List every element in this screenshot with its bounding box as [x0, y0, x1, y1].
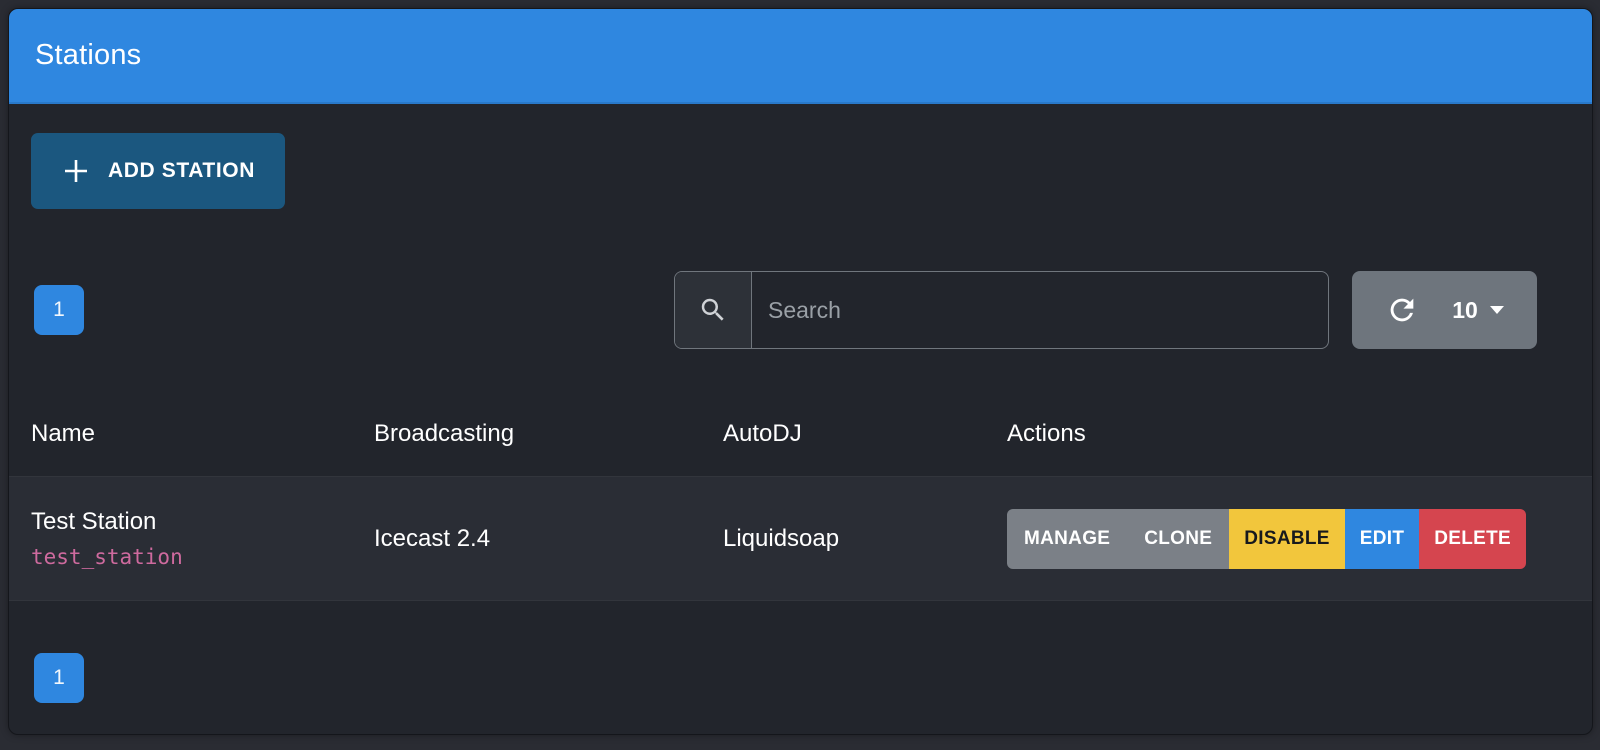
card-header: Stations: [9, 9, 1592, 104]
toolbar-right: 10: [674, 271, 1537, 349]
caret-down-icon: [1490, 306, 1504, 314]
refresh-icon: [1385, 293, 1419, 327]
search-prepend: [675, 272, 752, 348]
disable-button[interactable]: DISABLE: [1229, 509, 1345, 569]
table-header: Name Broadcasting AutoDJ Actions: [9, 391, 1592, 476]
add-station-label: ADD STATION: [108, 159, 255, 183]
delete-button[interactable]: DELETE: [1419, 509, 1526, 569]
station-name: Test Station: [31, 508, 374, 537]
plus-icon: [61, 156, 91, 186]
row-actions: MANAGE CLONE DISABLE EDIT DELETE: [1007, 509, 1526, 569]
search-group: [674, 271, 1329, 349]
per-page-dropdown[interactable]: 10: [1452, 297, 1504, 324]
page-title: Stations: [35, 39, 141, 72]
refresh-button[interactable]: [1385, 293, 1419, 327]
autodj-cell: Liquidsoap: [723, 525, 1007, 553]
pagination-page-1-bottom[interactable]: 1: [34, 653, 84, 703]
station-name-cell: Test Station test_station: [31, 508, 374, 570]
per-page-value: 10: [1452, 297, 1478, 324]
column-header-name: Name: [31, 420, 374, 448]
pagination-page-1-top[interactable]: 1: [34, 285, 84, 335]
edit-button[interactable]: EDIT: [1345, 509, 1419, 569]
search-input[interactable]: [752, 272, 1328, 348]
per-page-group: 10: [1352, 271, 1537, 349]
clone-button[interactable]: CLONE: [1127, 509, 1229, 569]
manage-button[interactable]: MANAGE: [1007, 509, 1127, 569]
search-icon: [698, 295, 728, 325]
stations-card: Stations ADD STATION 1: [8, 8, 1593, 735]
column-header-autodj: AutoDJ: [723, 420, 1007, 448]
add-station-button[interactable]: ADD STATION: [31, 133, 285, 209]
broadcasting-cell: Icecast 2.4: [374, 525, 723, 553]
column-header-actions: Actions: [1007, 420, 1592, 448]
station-shortname: test_station: [31, 545, 374, 569]
table-row: Test Station test_station Icecast 2.4 Li…: [9, 476, 1592, 601]
toolbar: 1: [34, 271, 1537, 349]
column-header-broadcasting: Broadcasting: [374, 420, 723, 448]
